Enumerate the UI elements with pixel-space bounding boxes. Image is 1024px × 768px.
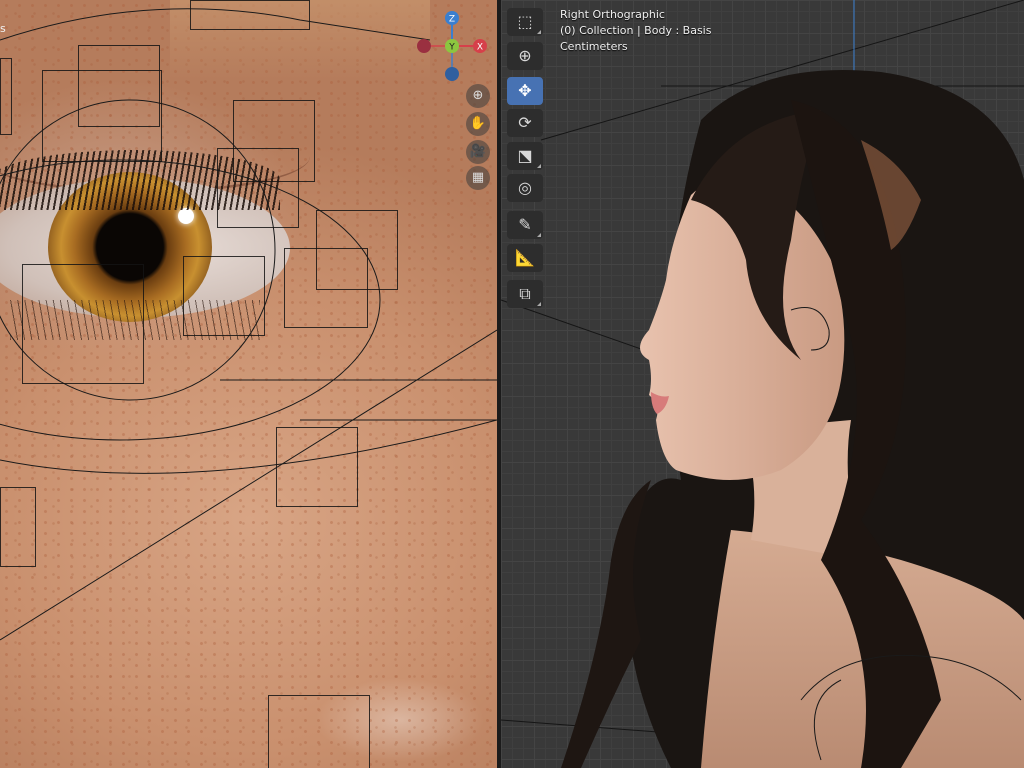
navigation-gizmo[interactable]: Z X Y: [414, 8, 494, 88]
gizmo-x-label: X: [477, 43, 483, 53]
annotate-tool[interactable]: ✎: [507, 211, 543, 239]
move-arrows-icon: ✥: [518, 81, 532, 100]
add-cube-tool[interactable]: ⧉: [507, 280, 543, 308]
wire-box: [276, 427, 358, 507]
gizmo-neg-x-axis[interactable]: [417, 39, 431, 53]
wire-box: [42, 70, 162, 162]
collection-info: (0) Collection | Body : Basis: [560, 24, 712, 37]
3d-cursor-icon: ⊕: [518, 46, 532, 65]
add-cube-icon: ⧉: [519, 284, 531, 303]
hand-icon[interactable]: ✋: [466, 112, 490, 136]
measure-tool[interactable]: 📐: [507, 244, 543, 272]
wire-box: [284, 248, 368, 328]
scale-icon: ⬔: [517, 146, 533, 165]
gizmo-neg-z-axis[interactable]: [445, 67, 459, 81]
gizmo-z-label: Z: [449, 15, 455, 25]
camera-icon[interactable]: 🎥: [466, 140, 490, 164]
wire-box: [183, 256, 265, 336]
rotate-icon: ⟳: [518, 113, 532, 132]
left-viewport[interactable]: s Z X Y ⊕ ✋ 🎥 ▦: [0, 0, 497, 768]
clipped-label: s: [0, 22, 6, 35]
right-viewport[interactable]: Right Orthographic (0) Collection | Body…: [501, 0, 1024, 768]
scale-tool[interactable]: ⬔: [507, 142, 543, 170]
transform-tool[interactable]: ◎: [507, 174, 543, 202]
gizmo-y-label: Y: [448, 43, 455, 53]
character-side-view: [501, 0, 1024, 768]
view-name: Right Orthographic: [560, 8, 665, 21]
wire-box: [22, 264, 144, 384]
pencil-icon: ✎: [518, 215, 532, 234]
grid-icon[interactable]: ▦: [466, 166, 490, 190]
wire-box: [0, 58, 12, 135]
transform-icon: ◎: [518, 178, 532, 197]
units-label: Centimeters: [560, 40, 628, 53]
wire-box: [190, 0, 310, 30]
wire-box: [268, 695, 370, 768]
wire-box: [0, 487, 36, 567]
wire-box: [217, 148, 299, 228]
cursor-icon: ⬚: [517, 12, 533, 31]
rotate-tool[interactable]: ⟳: [507, 109, 543, 137]
move-tool[interactable]: ✥: [507, 77, 543, 105]
cursor-tool[interactable]: ⊕: [507, 42, 543, 70]
zoom-icon[interactable]: ⊕: [466, 84, 490, 108]
ruler-icon: 📐: [515, 248, 535, 267]
select-box-tool[interactable]: ⬚: [507, 8, 543, 36]
